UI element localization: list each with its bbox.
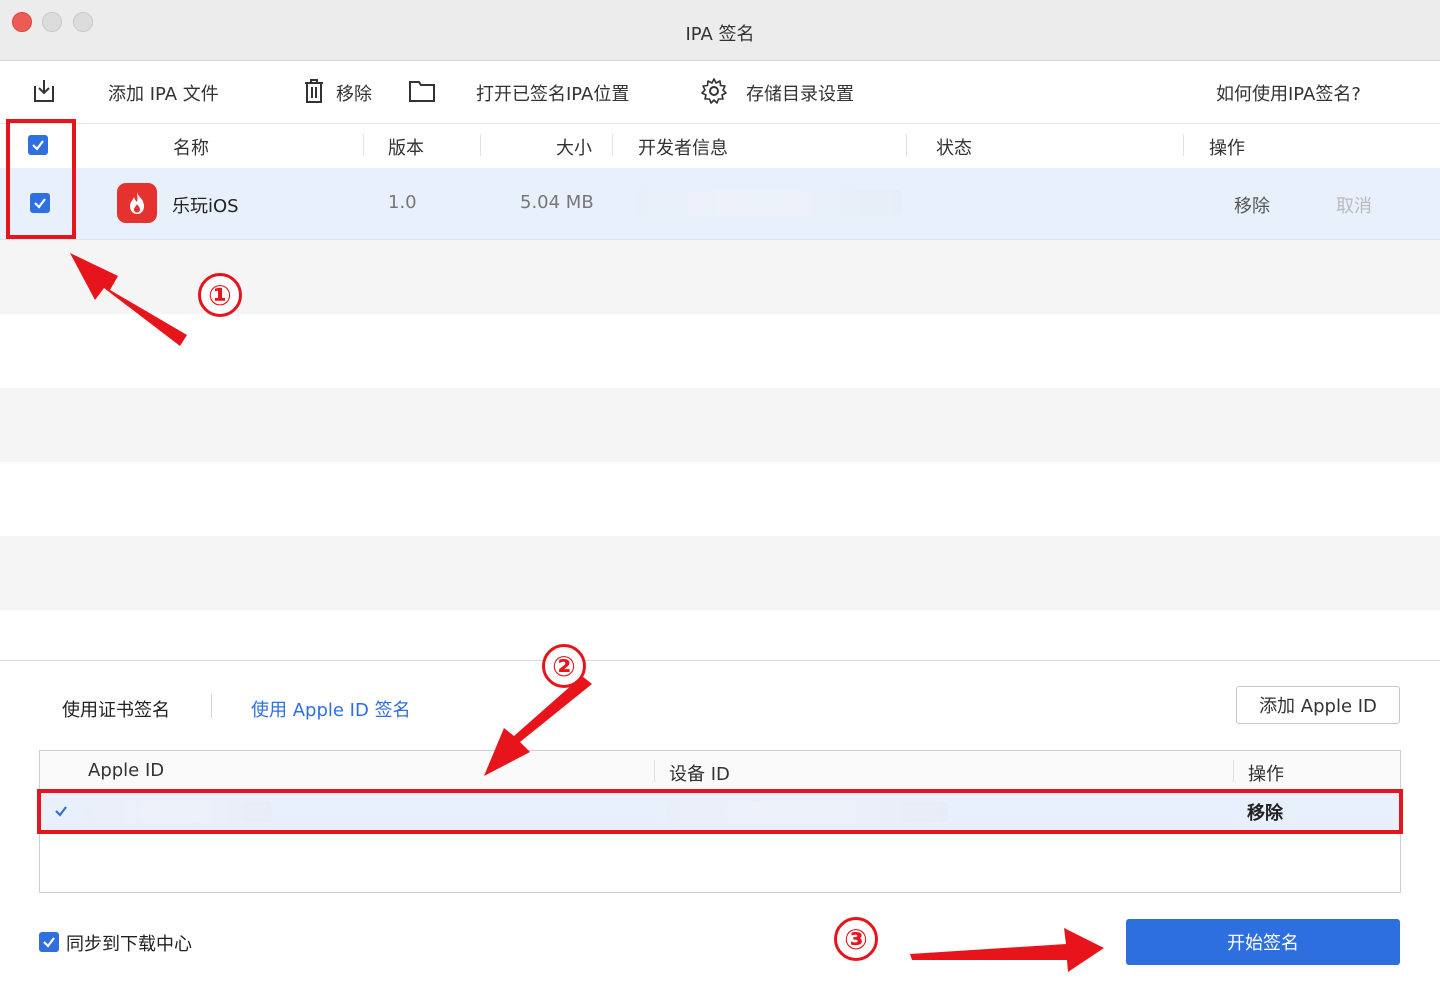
storage-settings-button[interactable]: 存储目录设置 (746, 80, 854, 106)
column-header-device-id: 设备 ID (669, 764, 730, 785)
row-cancel-button[interactable]: 取消 (1336, 192, 1372, 218)
column-header-name[interactable]: 名称 (173, 134, 209, 160)
column-header-status[interactable]: 状态 (936, 134, 972, 160)
column-divider (1233, 760, 1234, 782)
tab-certificate-signing[interactable]: 使用证书签名 (62, 696, 170, 722)
annotation-step-3: ③ (834, 917, 878, 961)
annotation-step-1: ① (198, 273, 242, 317)
sync-download-checkbox[interactable] (39, 932, 59, 952)
column-divider (612, 134, 613, 156)
help-link[interactable]: 如何使用IPA签名? (1216, 80, 1361, 106)
window-title: IPA 签名 (685, 24, 755, 45)
column-divider (1183, 134, 1184, 156)
column-header-developer[interactable]: 开发者信息 (638, 134, 728, 160)
start-signing-button[interactable]: 开始签名 (1126, 919, 1400, 965)
remove-button[interactable]: 移除 (336, 80, 372, 106)
column-divider (654, 760, 655, 782)
annotation-box-checkboxes (6, 119, 76, 239)
column-header-actions: 操作 (1209, 138, 1245, 159)
empty-row (0, 388, 1440, 462)
column-header-id-actions: 操作 (1248, 764, 1284, 785)
column-header-size[interactable]: 大小 (556, 134, 592, 160)
tab-divider (211, 694, 212, 718)
row-remove-button[interactable]: 移除 (1234, 192, 1270, 218)
checkmark-icon (43, 937, 55, 948)
column-header-apple-id: Apple ID (88, 760, 165, 781)
tab-apple-id-signing[interactable]: 使用 Apple ID 签名 (251, 696, 411, 722)
empty-row (0, 536, 1440, 610)
trash-icon[interactable] (300, 77, 328, 105)
folder-icon[interactable] (408, 77, 436, 105)
sync-download-label: 同步到下载中心 (66, 934, 192, 955)
add-ipa-button[interactable]: 添加 IPA 文件 (108, 80, 219, 106)
app-icon (117, 183, 157, 223)
annotation-box-apple-id-row (37, 789, 1403, 834)
app-size: 5.04 MB (520, 192, 594, 213)
download-tray-icon[interactable] (30, 77, 58, 105)
column-divider (363, 134, 364, 156)
developer-info-redacted (636, 190, 902, 216)
open-signed-location-button[interactable]: 打开已签名IPA位置 (476, 80, 629, 106)
flame-icon (130, 192, 144, 214)
annotation-arrow-3 (910, 928, 1104, 972)
annotation-step-2: ② (542, 644, 586, 688)
app-name: 乐玩iOS (172, 196, 239, 217)
add-apple-id-button[interactable]: 添加 Apple ID (1236, 686, 1400, 724)
app-version: 1.0 (388, 192, 417, 213)
section-divider (0, 660, 1440, 661)
gear-icon[interactable] (700, 77, 728, 105)
column-divider (906, 134, 907, 156)
column-divider (480, 134, 481, 156)
column-header-version[interactable]: 版本 (388, 134, 424, 160)
